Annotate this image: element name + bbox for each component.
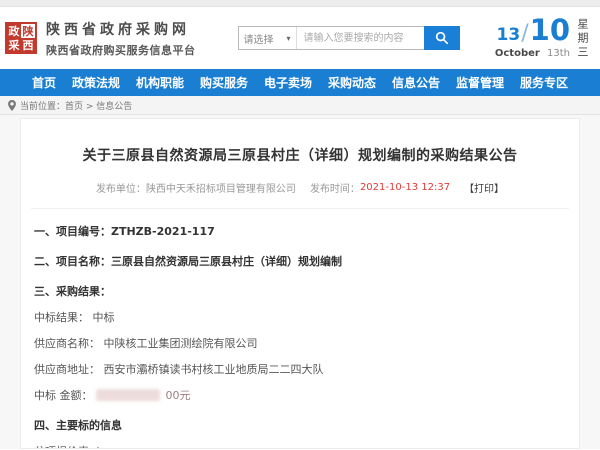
logo-char: 政 <box>7 24 21 38</box>
site-header: 政 陕 采 西 陕西省政府采购网 陕西省政府购买服务信息平台 请选择 ▾ 13 … <box>0 7 600 69</box>
top-strip <box>0 0 600 7</box>
search-category-select[interactable]: 请选择 ▾ <box>239 27 297 49</box>
nav-item-policies[interactable]: 政策法规 <box>72 74 120 91</box>
site-subtitle: 陕西省政府购买服务信息平台 <box>46 42 196 58</box>
date-english: October 13th <box>495 48 570 59</box>
breadcrumb-label: 当前位置： <box>20 99 65 112</box>
nav-item-emall[interactable]: 电子卖场 <box>264 74 312 91</box>
supplier-address-line: 供应商地址： 西安市灞桥镇读书村核工业地质局二二四大队 <box>34 361 566 377</box>
nav-item-services[interactable]: 服务专区 <box>520 74 568 91</box>
logo-char: 西 <box>21 38 35 52</box>
nav-item-supervision[interactable]: 监督管理 <box>456 74 504 91</box>
page-title: 关于三原县自然资源局三原县村庄（详细）规划编制的采购结果公告 <box>31 119 569 165</box>
date-separator: / <box>521 21 528 46</box>
bid-result-line: 中标结果： 中标 <box>34 309 566 325</box>
publish-time-label: 发布时间： <box>310 184 360 195</box>
nav-item-home[interactable]: 首页 <box>32 74 56 91</box>
nav-item-announcements[interactable]: 信息公告 <box>392 74 440 91</box>
article-meta: 发布单位：陕西中天禾招标项目管理有限公司 发布时间：2021-10-13 12:3… <box>31 180 569 209</box>
chevron-down-icon: ▾ <box>286 34 290 43</box>
location-pin-icon <box>8 100 16 111</box>
nav-item-functions[interactable]: 机构职能 <box>136 74 184 91</box>
article-body: 一、项目编号：ZTHZB-2021-117 二、项目名称：三原县自然资源局三原县… <box>31 223 569 449</box>
logo-char: 采 <box>7 38 21 52</box>
site-title: 陕西省政府采购网 <box>46 19 196 39</box>
section-result-heading: 三、采购结果： <box>34 283 566 299</box>
breadcrumb-path[interactable]: 首页 > 信息公告 <box>65 99 132 112</box>
brand-block: 陕西省政府采购网 陕西省政府购买服务信息平台 <box>46 19 196 58</box>
nav-item-purchase[interactable]: 购买服务 <box>200 74 248 91</box>
page-background: 关于三原县自然资源局三原县村庄（详细）规划编制的采购结果公告 发布单位：陕西中天… <box>0 115 600 449</box>
date-day: 13 <box>497 25 521 45</box>
print-button[interactable]: 【打印】 <box>464 184 504 195</box>
breadcrumb: 当前位置： 首页 > 信息公告 <box>0 96 600 115</box>
nav-item-trends[interactable]: 采购动态 <box>328 74 376 91</box>
attachment-link[interactable]: 分项报价表.docx <box>34 443 566 449</box>
date-numbers: 13 / 10 <box>495 17 570 46</box>
search-select-label: 请选择 <box>244 31 274 46</box>
section-subject-info: 四、主要标的信息 <box>34 417 566 433</box>
publisher-label: 发布单位： <box>96 184 146 195</box>
date-weekday: 星期三 <box>577 17 588 60</box>
supplier-name-line: 供应商名称： 中陕核工业集团测绘院有限公司 <box>34 335 566 351</box>
logo-char: 陕 <box>21 24 35 38</box>
search-bar: 请选择 ▾ <box>238 26 460 50</box>
search-icon <box>435 31 449 45</box>
search-input[interactable] <box>297 27 425 49</box>
bid-amount-label: 中标 金额： <box>34 389 93 402</box>
site-logo: 政 陕 采 西 <box>5 22 37 54</box>
bid-amount-suffix: 00元 <box>166 389 191 402</box>
search-button[interactable] <box>424 26 460 50</box>
section-project-number: 一、项目编号：ZTHZB-2021-117 <box>34 223 566 239</box>
date-widget: 13 / 10 October 13th 星期三 <box>495 17 588 60</box>
date-month: 10 <box>530 17 570 45</box>
publisher-value: 陕西中天禾招标项目管理有限公司 <box>146 184 296 195</box>
date-month-en: October <box>495 48 540 59</box>
date-day-en: 13th <box>547 48 570 59</box>
section-project-name: 二、项目名称：三原县自然资源局三原县村庄（详细）规划编制 <box>34 253 566 269</box>
date-numbers-block: 13 / 10 October 13th <box>495 17 570 59</box>
main-nav: 首页 政策法规 机构职能 购买服务 电子卖场 采购动态 信息公告 监督管理 服务… <box>0 69 600 96</box>
announcement-card: 关于三原县自然资源局三原县村庄（详细）规划编制的采购结果公告 发布单位：陕西中天… <box>20 118 580 449</box>
redacted-amount <box>96 389 160 401</box>
publish-time-value: 2021-10-13 12:37 <box>360 182 450 193</box>
bid-amount-line: 中标 金额： 00元 <box>34 387 566 403</box>
